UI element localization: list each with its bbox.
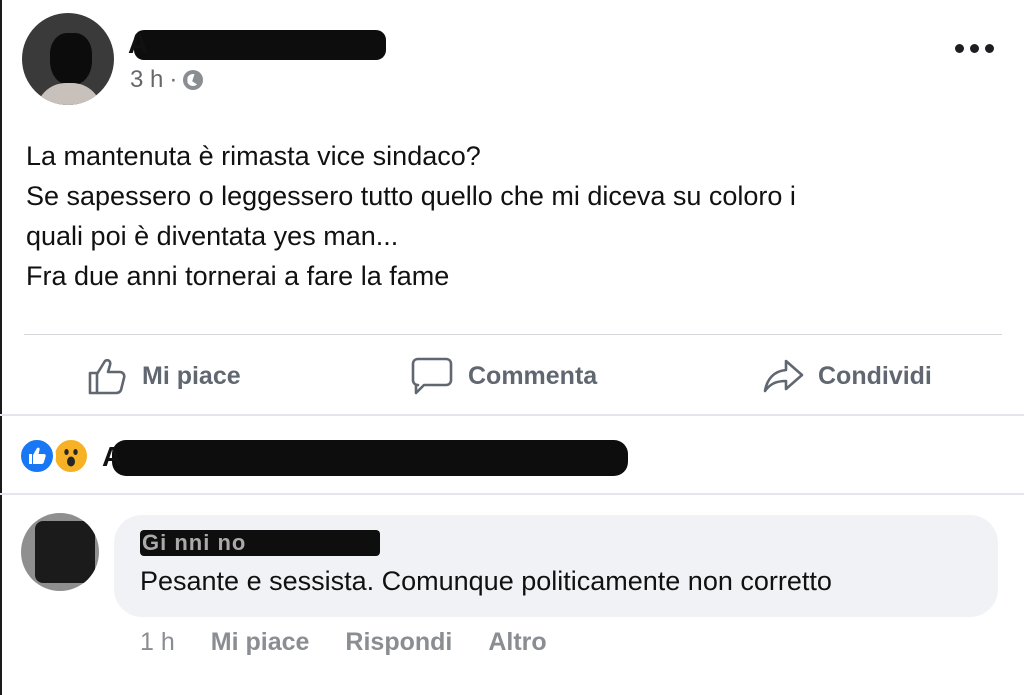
- post-text-line: Fra due anni tornerai a fare la fame: [26, 261, 450, 291]
- post-body: La mantenuta è rimasta vice sindaco? Se …: [26, 136, 986, 296]
- share-label: Condividi: [818, 361, 932, 390]
- divider: [24, 334, 1002, 335]
- comment-bubble-icon: [411, 357, 453, 395]
- dot-icon: [970, 43, 979, 53]
- comment-text: Pesante e sessista. Comunque politicamen…: [140, 566, 832, 596]
- post-timestamp[interactable]: 3 h: [130, 66, 163, 94]
- comment-actions: 1 h Mi piace Rispondi Altro: [140, 628, 547, 657]
- avatar-shirt: [36, 83, 102, 105]
- like-label: Mi piace: [142, 361, 241, 390]
- post-meta: 3 h ·: [130, 66, 204, 94]
- reaction-icons[interactable]: [18, 437, 90, 475]
- left-border: [0, 0, 2, 695]
- comment-more-link[interactable]: Altro: [488, 628, 546, 657]
- avatar-redaction: [35, 521, 95, 583]
- comment-timestamp[interactable]: 1 h: [140, 628, 175, 657]
- comment-like-link[interactable]: Mi piace: [211, 628, 310, 657]
- dot-icon: [985, 43, 994, 53]
- globe-icon: [183, 70, 204, 90]
- avatar-face: [50, 33, 92, 85]
- like-reaction-icon: [18, 437, 56, 475]
- more-options-button[interactable]: [955, 38, 997, 58]
- wow-reaction-icon: [52, 437, 90, 475]
- commenter-name[interactable]: Gi nni no: [142, 530, 246, 556]
- post-text-line: La mantenuta è rimasta vice sindaco?: [26, 141, 481, 171]
- thumbs-up-icon: [88, 358, 126, 395]
- reactors-names[interactable]: A: [102, 441, 122, 473]
- redacted-author-name: [134, 30, 386, 60]
- post-text-line: Se sapessero o leggessero tutto quello c…: [26, 181, 796, 211]
- share-arrow-icon: [763, 359, 804, 393]
- comment-button[interactable]: Commenta: [410, 350, 597, 402]
- post-author-avatar[interactable]: [22, 13, 114, 105]
- section-divider: [0, 414, 1024, 416]
- comment-label: Commenta: [468, 361, 598, 390]
- dot-icon: [955, 43, 964, 53]
- redacted-reactor-names: [112, 440, 628, 476]
- post-author-name[interactable]: A: [128, 28, 148, 60]
- comment-reply-link[interactable]: Rispondi: [345, 628, 452, 657]
- post-text-line: quali poi è diventata yes man...: [26, 221, 399, 251]
- like-button[interactable]: Mi piace: [86, 350, 241, 402]
- section-divider: [0, 493, 1024, 495]
- share-button[interactable]: Condividi: [762, 350, 932, 402]
- meta-separator: ·: [169, 66, 178, 93]
- commenter-avatar[interactable]: [21, 513, 99, 591]
